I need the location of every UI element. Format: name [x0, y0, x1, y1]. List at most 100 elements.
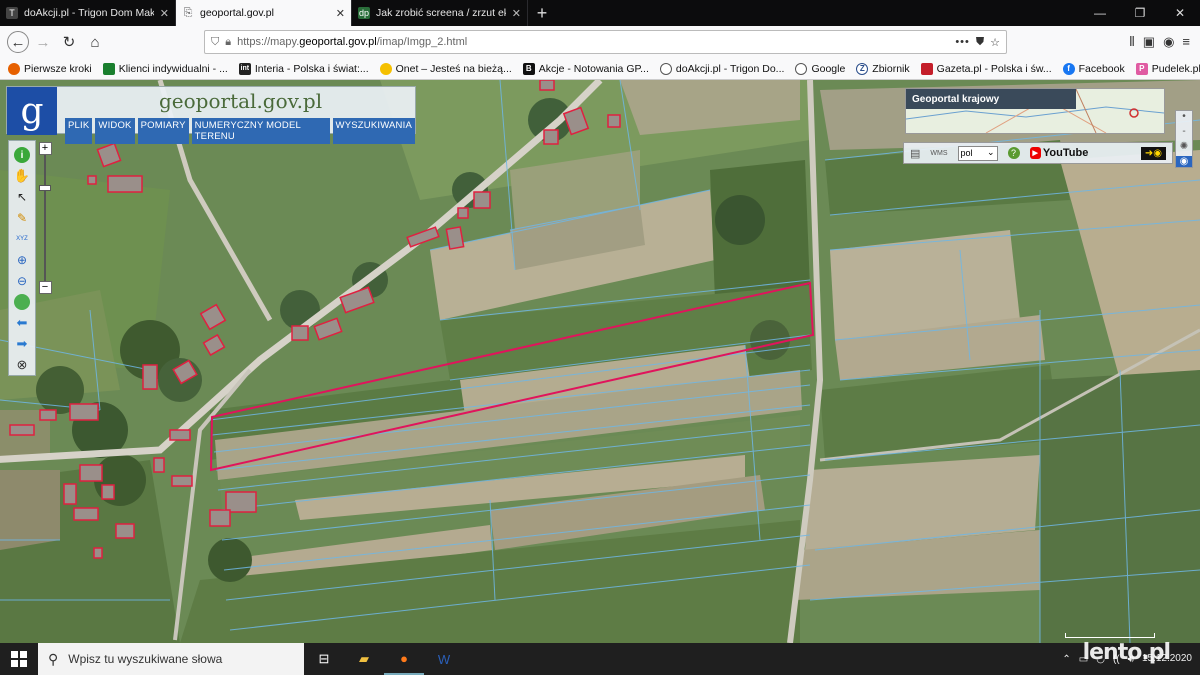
geoportal-logo[interactable]: g [7, 87, 57, 135]
geoportal-menu: PLIK WIDOK POMIARY NUMERYCZNY MODEL TERE… [65, 118, 415, 144]
library-icon[interactable]: ⫴ [1129, 34, 1134, 50]
address-bar[interactable]: ⛉ 🔒︎ https://mapy.geoportal.gov.pl/imap/… [204, 30, 1007, 54]
tab-title: geoportal.gov.pl [200, 7, 274, 19]
zoom-in-icon[interactable]: ⊕ [14, 252, 30, 268]
3d-glasses-icon[interactable]: ➜◉ [1140, 146, 1166, 160]
menu-pomiary[interactable]: POMIARY [137, 118, 189, 144]
minimize-icon[interactable]: — [1080, 0, 1120, 26]
reload-button[interactable]: ↻ [57, 30, 81, 54]
search-icon: ⚲ [48, 650, 59, 667]
menu-plik[interactable]: PLIK [65, 118, 93, 144]
firefox-taskbar-icon[interactable]: ● [384, 643, 424, 675]
dp-favicon-icon: dp [358, 7, 370, 19]
scale-bar [1065, 633, 1155, 638]
bookmark-item[interactable]: B Akcje - Notowania GP... [522, 62, 649, 75]
facebook-icon: f [1062, 62, 1075, 75]
small-dot-icon: • [1182, 111, 1186, 122]
tab-title: Jak zrobić screena / zrzut ekran [376, 7, 506, 19]
youtube-link[interactable]: ▶ YouTube [1029, 147, 1088, 159]
close-tab-icon[interactable]: ✕ [160, 7, 169, 20]
secondary-tools: ▤ WMS pol ⌄ ? ▶ YouTube ➜◉ [903, 142, 1173, 164]
bookmark-item[interactable]: int Interia - Polska i świat:... [238, 62, 369, 75]
eye-icon[interactable]: ◉ [1176, 156, 1192, 167]
windows-taskbar: ⚲ Wpisz tu wyszukiwane słowa ⊟ ▰ ● W ⌃ ▭… [0, 643, 1200, 675]
sidebar-icon[interactable]: ▣ [1143, 34, 1155, 50]
home-button[interactable]: ⌂ [83, 30, 107, 54]
bookmark-item[interactable]: PPudelek.pl - Plotki, Gw... [1135, 62, 1200, 75]
bookmark-item[interactable]: Onet – Jesteś na bieżą... [379, 62, 512, 75]
menu-nmt[interactable]: NUMERYCZNY MODEL TERENU [191, 118, 330, 144]
windows-logo-icon [11, 651, 27, 667]
gazeta-icon [920, 62, 933, 75]
bookmark-item[interactable]: Z Zbiornik [856, 62, 910, 75]
account-icon[interactable]: ◉ [1163, 34, 1174, 50]
right-controls: • - ✺ ◉ [1175, 110, 1193, 168]
start-button[interactable] [0, 643, 38, 675]
bookmark-item[interactable]: Gazeta.pl - Polska i św... [920, 62, 1052, 75]
bookmark-star-icon[interactable]: ☆ [990, 36, 1000, 49]
orthophoto-map [0, 80, 1200, 643]
zoom-out-icon[interactable]: ⊖ [14, 273, 30, 289]
new-tab-button[interactable]: + [528, 0, 556, 26]
bookmark-item[interactable]: doAkcji.pl - Trigon Do... [659, 62, 784, 75]
zoom-plus-button[interactable]: + [38, 142, 52, 155]
language-select[interactable]: pol ⌄ [957, 145, 998, 161]
back-button[interactable]: ← [7, 31, 29, 53]
sun-icon[interactable]: ✺ [1180, 141, 1188, 152]
task-view-icon[interactable]: ⊟ [304, 643, 344, 675]
clear-icon[interactable]: ⊗ [14, 357, 30, 373]
wms-icon[interactable]: WMS [930, 150, 947, 157]
close-tab-icon[interactable]: ✕ [336, 7, 345, 20]
restore-icon[interactable]: ❐ [1120, 0, 1160, 26]
pudelek-icon: P [1135, 62, 1148, 75]
bank-icon [102, 62, 115, 75]
previous-view-icon[interactable]: ⬅ [14, 315, 30, 331]
tab-screenshot-guide[interactable]: dp Jak zrobić screena / zrzut ekran ✕ [352, 0, 528, 26]
zoom-thumb[interactable] [39, 185, 51, 191]
info-icon[interactable]: i [14, 147, 30, 163]
bookmark-item[interactable]: Google [795, 62, 845, 75]
pocket-icon[interactable]: ⛊ [976, 36, 984, 49]
file-explorer-icon[interactable]: ▰ [344, 643, 384, 675]
menu-icon[interactable]: ≡ [1182, 34, 1190, 50]
menu-widok[interactable]: WIDOK [95, 118, 135, 144]
collapse-icon[interactable]: - [1182, 126, 1185, 137]
page-actions-icon[interactable]: ••• [955, 36, 970, 48]
watermark: lento.pl [1082, 640, 1171, 665]
globe-icon[interactable] [14, 294, 30, 310]
word-icon[interactable]: W [424, 643, 464, 675]
zoom-track[interactable] [39, 155, 51, 281]
bookmark-item[interactable]: f Facebook [1062, 62, 1125, 75]
menu-wyszukiwania[interactable]: WYSZUKIWANIA [332, 118, 415, 144]
select-arrow-icon[interactable]: ↖ [14, 189, 30, 205]
close-window-icon[interactable]: ✕ [1160, 0, 1200, 26]
lock-icon[interactable]: 🔒︎ [225, 36, 231, 49]
map-tools-panel: i ✋ ↖ ✎ XYZ ⊕ ⊖ ⬅ ➡ ⊗ [8, 140, 36, 376]
next-view-icon[interactable]: ➡ [14, 336, 30, 352]
tab-doakcji[interactable]: T doAkcji.pl - Trigon Dom Makle ✕ [0, 0, 176, 26]
bookmark-item[interactable]: Klienci indywidualni - ... [102, 62, 228, 75]
b-icon: B [522, 62, 535, 75]
geoportal-favicon-icon: ⎘ [183, 6, 193, 19]
browser-tab-bar: T doAkcji.pl - Trigon Dom Makle ✕ ⎘ geop… [0, 0, 1200, 26]
tab-geoportal[interactable]: ⎘ geoportal.gov.pl ✕ [176, 0, 352, 26]
close-tab-icon[interactable]: ✕ [512, 7, 521, 20]
forward-button[interactable]: → [31, 30, 55, 54]
xyz-coordinates-icon[interactable]: XYZ [14, 231, 30, 247]
pencil-icon[interactable]: ✎ [14, 210, 30, 226]
taskbar-search[interactable]: ⚲ Wpisz tu wyszukiwane słowa [38, 643, 304, 675]
chevron-up-icon[interactable]: ⌃ [1062, 654, 1070, 665]
interia-icon: int [238, 62, 251, 75]
help-icon[interactable]: ? [1007, 147, 1020, 159]
pan-hand-icon[interactable]: ✋ [14, 168, 30, 184]
overview-map[interactable]: Geoportal krajowy [905, 88, 1165, 134]
shield-icon[interactable]: ⛉ [211, 36, 219, 49]
globe-icon [795, 62, 808, 75]
bookmark-item[interactable]: Pierwsze kroki [8, 62, 92, 75]
legend-icon[interactable]: ▤ [910, 147, 920, 160]
zoom-minus-button[interactable]: − [38, 281, 52, 294]
url-text[interactable]: https://mapy.geoportal.gov.pl/imap/Imgp_… [237, 36, 949, 48]
map-view[interactable]: g geoportal.gov.pl PLIK WIDOK POMIARY NU… [0, 80, 1200, 643]
overview-label: Geoportal krajowy [906, 89, 1076, 109]
zoom-slider[interactable]: + − [38, 142, 52, 294]
